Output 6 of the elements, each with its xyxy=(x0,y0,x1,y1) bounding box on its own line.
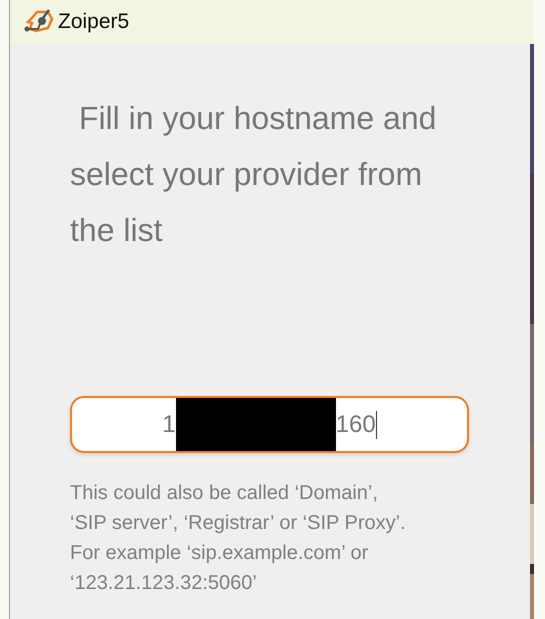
text-cursor xyxy=(376,410,377,438)
window-title: Zoiper5 xyxy=(58,10,130,34)
hostname-field[interactable]: 1 160 xyxy=(70,396,469,453)
heading: Fill in your hostname and select your provider from the list xyxy=(70,99,438,250)
hint-text: This could also be called ‘Domain’, ‘SIP server’, ‘Registrar’ or ‘SIP Proxy’. For example ‘sip.example.com’ or ‘123.21.123.32:5060’ xyxy=(70,481,407,596)
headset-logo-icon xyxy=(24,9,54,35)
